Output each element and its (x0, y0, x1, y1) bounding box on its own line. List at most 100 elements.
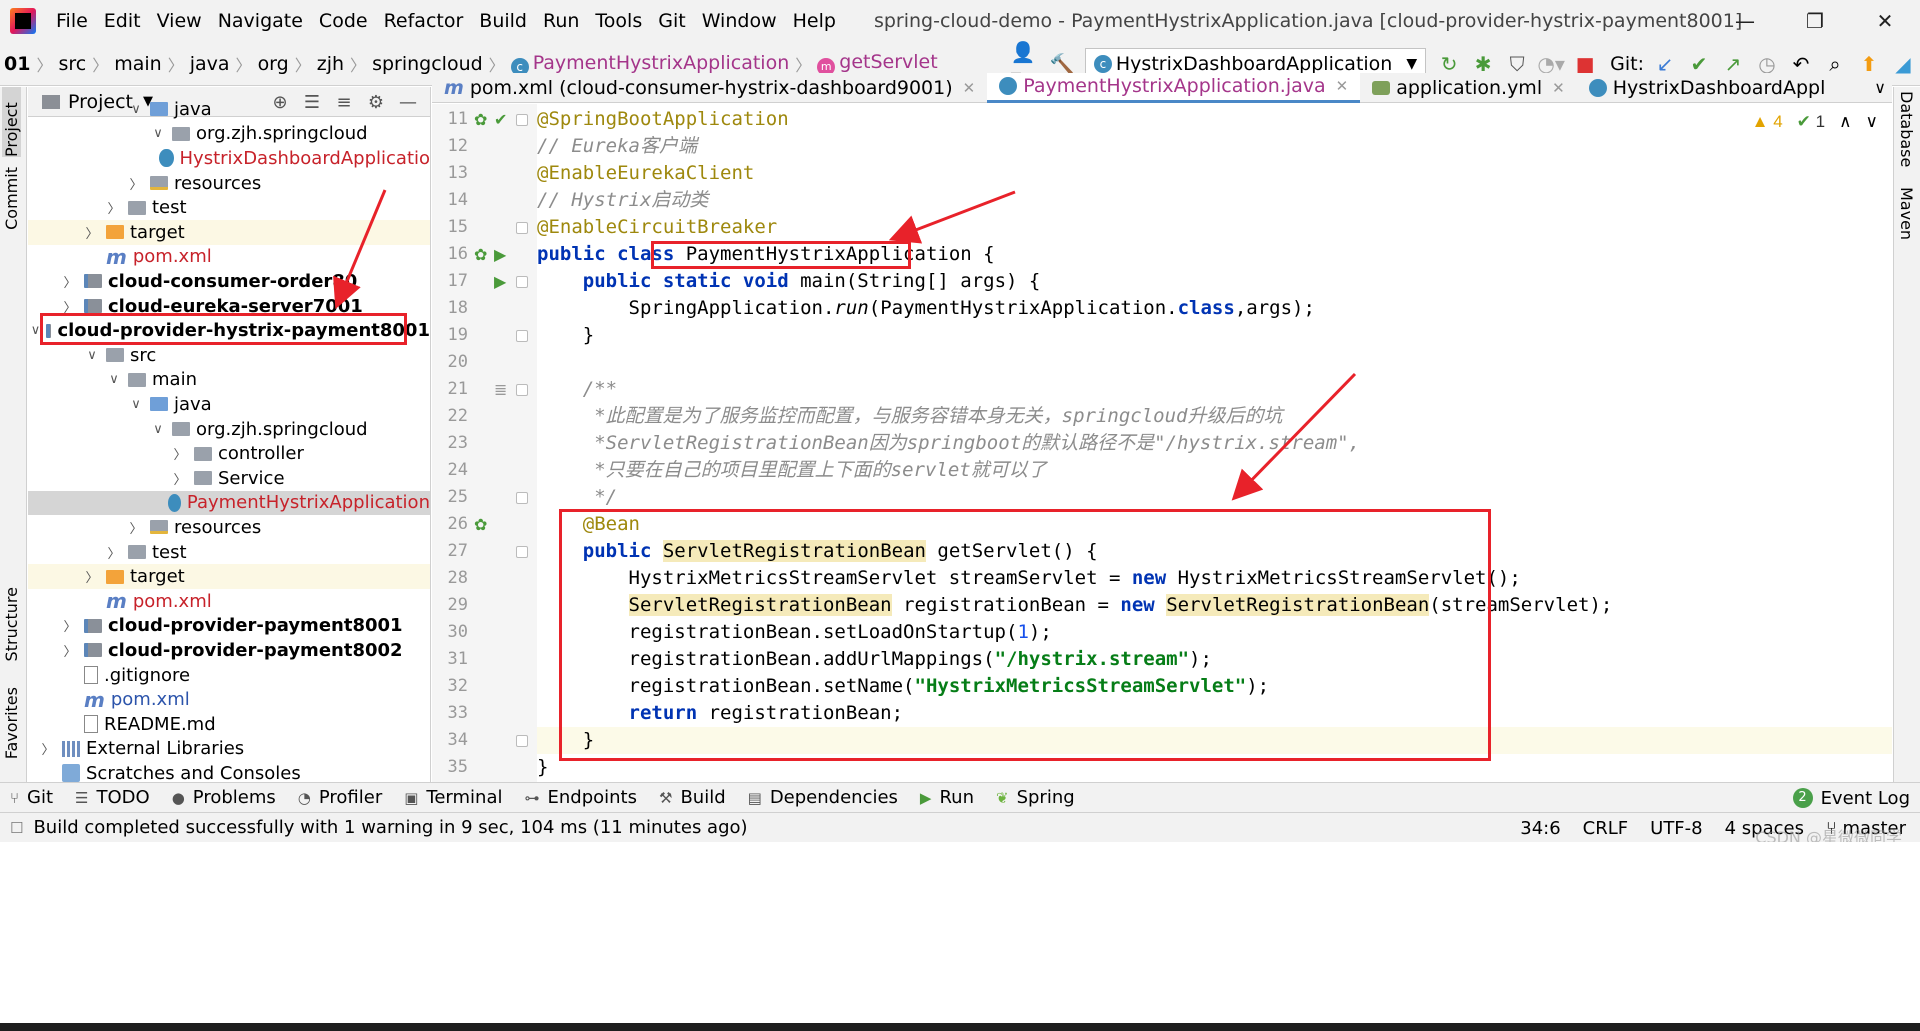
chevron-right-icon[interactable]: 〉 (84, 567, 100, 586)
code-line[interactable]: @EnableEurekaClient (537, 160, 1892, 187)
close-window-button[interactable]: ✕ (1850, 0, 1920, 42)
fold-marker-icon[interactable] (516, 384, 528, 396)
tool-tab-maven[interactable]: Maven (1897, 187, 1916, 240)
tool-run[interactable]: ▶ Run (910, 787, 986, 808)
menu-refactor[interactable]: Refactor (376, 0, 472, 42)
tool-build[interactable]: ⚒ Build (649, 787, 738, 808)
chevron-right-icon[interactable]: 〉 (62, 272, 78, 291)
tree-row[interactable]: README.md (28, 712, 430, 737)
tree-row[interactable]: 〉 cloud-provider-payment8002 (28, 638, 430, 663)
tree-row[interactable]: ∨ java (28, 392, 430, 417)
fold-marker-icon[interactable] (516, 330, 528, 342)
menu-navigate[interactable]: Navigate (210, 0, 311, 42)
tool-tab-favorites[interactable]: Favorites (2, 687, 21, 759)
tree-row[interactable]: PaymentHystrixApplication (28, 490, 430, 516)
chevron-right-icon[interactable]: 〉 (106, 543, 122, 562)
menu-file[interactable]: File (48, 0, 96, 42)
code-line[interactable] (537, 349, 1892, 376)
file-encoding[interactable]: UTF-8 (1650, 818, 1702, 839)
check-gutter-icon[interactable]: ✔ (494, 106, 507, 133)
tree-row[interactable]: 〉 resources (28, 515, 430, 540)
tool-terminal[interactable]: ▣ Terminal (394, 787, 514, 808)
tree-row[interactable]: 〉 cloud-consumer-order80 (28, 269, 430, 294)
tree-row[interactable]: 〉 test (28, 195, 430, 220)
chevron-right-icon[interactable]: 〉 (128, 174, 144, 193)
tab-payment-hystrix-application[interactable]: PaymentHystrixApplication.java ✕ (987, 72, 1361, 103)
spring-bean-gutter-icon[interactable]: ✿ (474, 511, 487, 538)
tree-row[interactable]: 〉 resources (28, 171, 430, 196)
tab-hystrix-dashboard-application[interactable]: HystrixDashboardAppl (1577, 73, 1838, 103)
restore-button[interactable]: ❐ (1780, 0, 1850, 42)
menu-code[interactable]: Code (311, 0, 376, 42)
tool-profiler[interactable]: ◔ Profiler (288, 787, 394, 808)
menu-edit[interactable]: Edit (96, 0, 149, 42)
tree-row[interactable]: ∨ main (28, 368, 430, 393)
code-line[interactable]: public static void main(String[] args) { (537, 268, 1892, 295)
chevron-down-icon[interactable]: ∨ (84, 348, 100, 363)
fold-marker-icon[interactable] (516, 735, 528, 747)
tree-row[interactable]: 〉 target (28, 564, 430, 589)
caret-position[interactable]: 34:6 (1520, 818, 1560, 839)
code-line[interactable]: } (537, 322, 1892, 349)
tool-todo[interactable]: ☰ TODO (65, 787, 162, 808)
code-line[interactable]: */ (537, 484, 1892, 511)
spring-bean-gutter-icon[interactable]: ✿ (474, 106, 487, 133)
chevron-right-icon[interactable]: 〉 (172, 444, 188, 463)
fold-marker-icon[interactable] (516, 276, 528, 288)
chevron-right-icon[interactable]: 〉 (128, 518, 144, 537)
menu-help[interactable]: Help (785, 0, 844, 42)
menu-run[interactable]: Run (535, 0, 587, 42)
chevron-right-icon[interactable]: 〉 (40, 739, 56, 758)
chevron-down-icon[interactable]: ∨ (106, 372, 122, 387)
minimize-button[interactable]: — (1710, 0, 1780, 42)
tool-tab-structure[interactable]: Structure (2, 587, 21, 661)
tool-git[interactable]: ⑂ Git (0, 787, 65, 808)
code-line[interactable]: @EnableCircuitBreaker (537, 214, 1892, 241)
tree-row[interactable]: HystrixDashboardApplicatio (28, 146, 430, 171)
breadcrumb-springcloud[interactable]: springcloud (368, 53, 487, 75)
tab-list-chevron-icon[interactable]: ∨ (1874, 73, 1886, 103)
chevron-right-icon[interactable]: 〉 (106, 198, 122, 217)
fold-marker-icon[interactable] (516, 114, 528, 126)
code-line[interactable]: *此配置是为了服务监控而配置，与服务容错本身无关，springcloud升级后的… (537, 403, 1892, 430)
chevron-right-icon[interactable]: 〉 (62, 641, 78, 660)
menu-tools[interactable]: Tools (587, 0, 650, 42)
breadcrumb-zjh[interactable]: zjh (313, 53, 348, 75)
tool-dependencies[interactable]: ▤ Dependencies (738, 787, 910, 808)
tree-row[interactable]: m pom.xml (28, 687, 430, 712)
close-icon[interactable]: ✕ (1552, 79, 1565, 97)
status-toggle-icon[interactable]: ☐ (10, 819, 23, 837)
menu-git[interactable]: Git (650, 0, 693, 42)
tree-row[interactable]: 〉 Service (28, 466, 430, 491)
tree-row[interactable]: ∨ src (28, 343, 430, 368)
chevron-right-icon[interactable]: 〉 (172, 469, 188, 488)
tool-tab-commit[interactable]: Commit (2, 167, 21, 230)
fold-marker-icon[interactable] (516, 546, 528, 558)
breadcrumb-main[interactable]: main (110, 53, 165, 75)
chevron-down-icon[interactable]: ∨ (128, 397, 144, 412)
tree-row[interactable]: m pom.xml (28, 245, 430, 270)
fold-marker-icon[interactable] (516, 222, 528, 234)
tree-row[interactable]: 〉 test (28, 540, 430, 565)
status-message[interactable]: Build completed successfully with 1 warn… (33, 817, 747, 838)
tree-row[interactable]: Scratches and Consoles (28, 761, 430, 782)
breadcrumb-java[interactable]: java (186, 53, 234, 75)
tree-row[interactable]: .gitignore (28, 663, 430, 688)
code-line[interactable]: SpringApplication.run(PaymentHystrixAppl… (537, 295, 1892, 322)
chevron-down-icon[interactable]: ∨ (128, 102, 144, 117)
tree-row[interactable]: 〉 cloud-provider-payment8001 (28, 614, 430, 639)
tool-tab-project[interactable]: Project (2, 87, 21, 157)
code-line[interactable]: *ServletRegistrationBean因为springboot的默认路… (537, 430, 1892, 457)
code-line[interactable]: @SpringBootApplication (537, 106, 1892, 133)
breadcrumb-org[interactable]: org (254, 53, 293, 75)
run-gutter-icon[interactable]: ▶ (494, 268, 506, 295)
tree-row[interactable]: 〉 target (28, 220, 430, 245)
chevron-down-icon[interactable]: ∨ (150, 422, 166, 437)
close-icon[interactable]: ✕ (963, 79, 976, 97)
tree-row[interactable]: 〉 External Libraries (28, 737, 430, 762)
doc-gutter-icon[interactable]: ≣ (494, 376, 507, 403)
close-icon[interactable]: ✕ (1336, 77, 1349, 95)
tree-row[interactable]: ∨ org.zjh.springcloud (28, 122, 430, 147)
tab-application-yml[interactable]: application.yml ✕ (1360, 73, 1576, 103)
menu-build[interactable]: Build (471, 0, 535, 42)
